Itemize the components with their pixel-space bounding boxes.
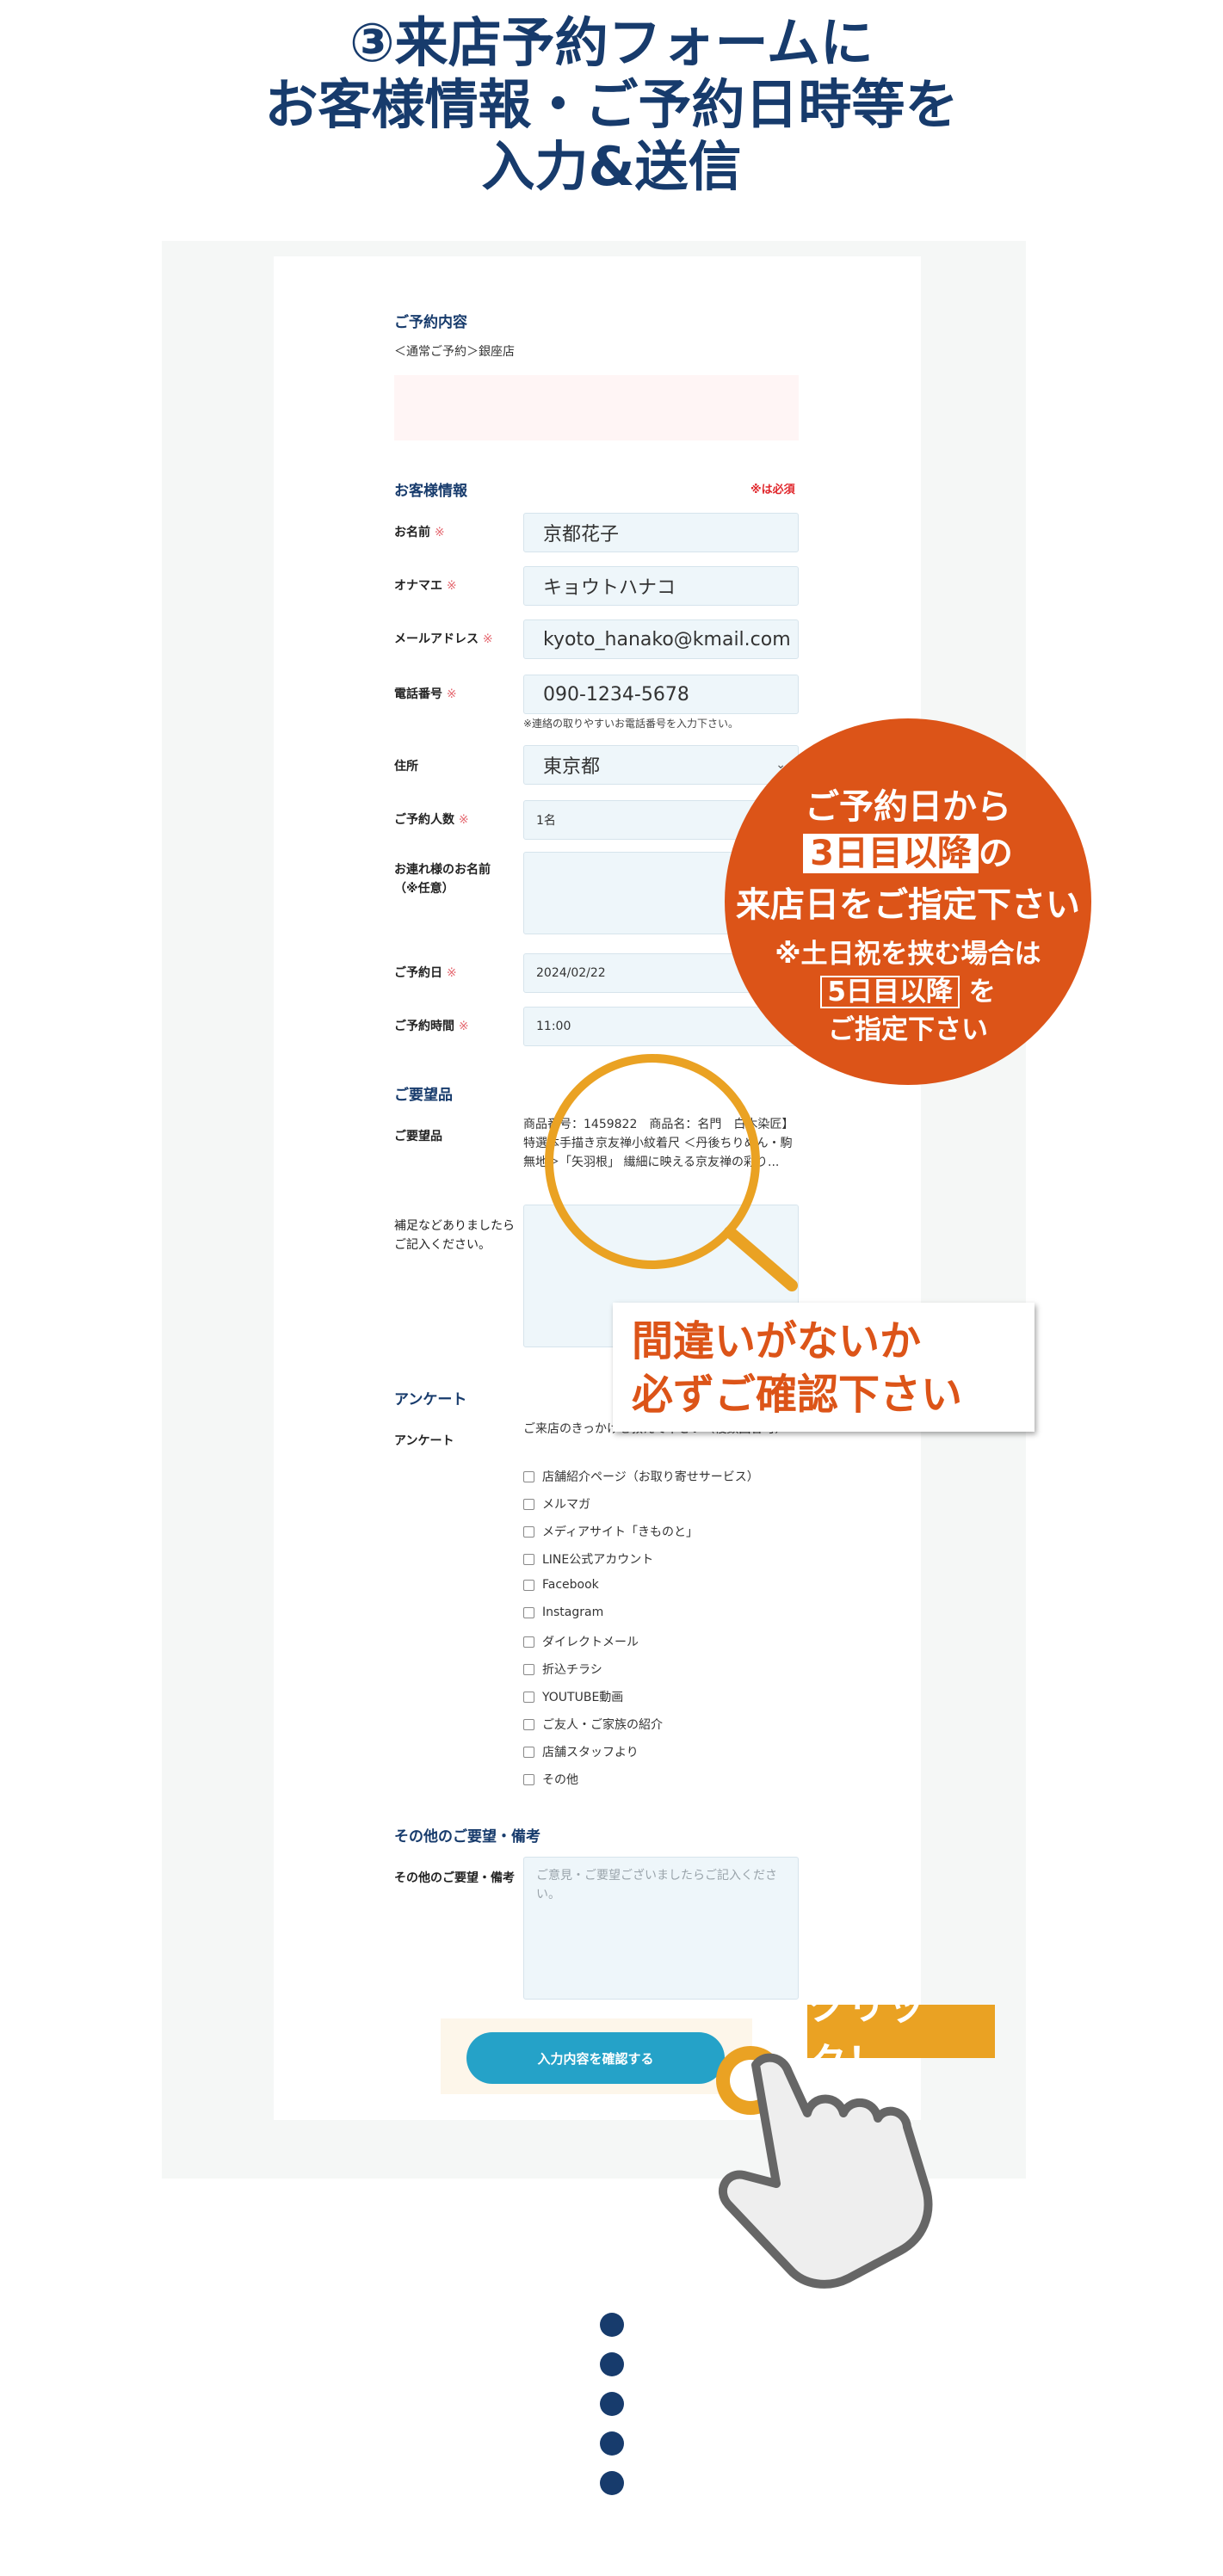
callout-line-1: ご予約日から bbox=[805, 787, 1011, 827]
annotation-overlay bbox=[545, 1054, 933, 2289]
check-warning-box: 間違いがないか 必ずご確認下さい bbox=[613, 1303, 1035, 1432]
dot bbox=[600, 2313, 624, 2337]
continuation-dots bbox=[600, 2313, 624, 2511]
warning-line-1: 間違いがないか bbox=[632, 1317, 922, 1365]
callout-line-5: 5日目以降 を bbox=[725, 970, 1091, 1008]
click-label: クリック！ bbox=[807, 1982, 995, 2086]
callout-line-6: ご指定下さい bbox=[828, 1014, 988, 1045]
callout-line-4: ※土日祝を挟む場合は bbox=[775, 939, 1041, 970]
warning-line-2: 必ずご確認下さい bbox=[632, 1371, 963, 1419]
callout-highlight-2: 5日目以降 bbox=[820, 976, 960, 1008]
callout-highlight: 3日目以降 bbox=[803, 834, 979, 873]
dot bbox=[600, 2431, 624, 2456]
dot bbox=[600, 2392, 624, 2416]
magnifier-icon bbox=[545, 1054, 798, 1291]
callout-line-2: 3日目以降の bbox=[725, 825, 1091, 875]
reservation-date-callout: ご予約日から 3日目以降の 来店日をご指定下さい ※土日祝を挟む場合は 5日目以… bbox=[725, 718, 1091, 1085]
dot bbox=[600, 2352, 624, 2376]
callout-line-3: 来店日をご指定下さい bbox=[736, 885, 1080, 925]
dot bbox=[600, 2471, 624, 2495]
